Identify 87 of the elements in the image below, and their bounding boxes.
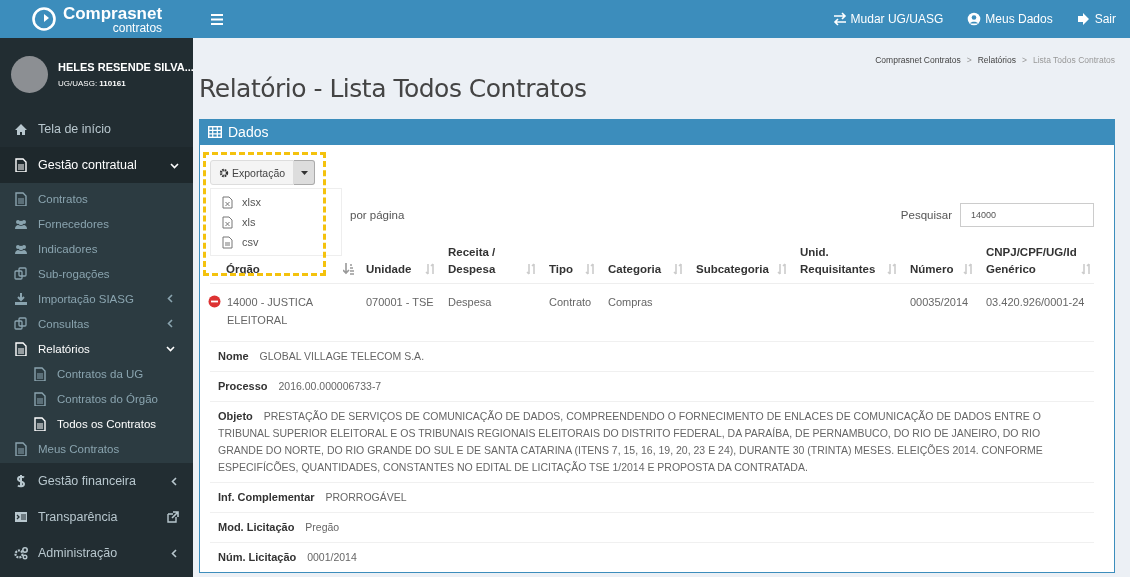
menu-item[interactable]: Fornecedores bbox=[0, 211, 193, 236]
table-cell-text: 03.420.926/0001-24 bbox=[986, 295, 1085, 311]
spreadsheet-file-icon bbox=[222, 215, 233, 229]
table-cell-text: Despesa bbox=[448, 295, 492, 311]
table-cell-text: 00035/2014 bbox=[910, 295, 969, 311]
column-header[interactable]: Unid. Requisitantes bbox=[800, 244, 883, 278]
document-icon bbox=[33, 391, 47, 406]
top-bar-link[interactable]: Mudar UG/UASG bbox=[832, 12, 944, 26]
menu-option[interactable]: csv bbox=[211, 232, 341, 252]
avatar bbox=[11, 56, 48, 93]
search-field[interactable]: 14000 bbox=[960, 203, 1094, 227]
column-header[interactable]: Receita / Despesa bbox=[448, 244, 522, 278]
breadcrumb-separator: > bbox=[966, 55, 972, 65]
dropdown-toggle-button[interactable] bbox=[294, 160, 316, 185]
download-icon bbox=[14, 291, 28, 306]
menu-item[interactable]: Meus Contratos bbox=[0, 436, 193, 461]
copy-icon bbox=[14, 316, 28, 331]
document-icon bbox=[14, 191, 28, 206]
document-icon bbox=[14, 158, 28, 172]
breadcrumb-separator: > bbox=[1021, 55, 1027, 65]
home-icon bbox=[14, 122, 28, 136]
breadcrumb-current: Lista Todos Contratos bbox=[1032, 55, 1115, 65]
detail-text: Objeto PRESTAÇÃO DE SERVIÇOS DE COMUNICAÇÃO DE DADOS, COMPREENDENDO O FORNECIMENTO DE ENLACES DE COMUNICAÇÃO DE DADOS ENTRE O TRIBUNAL SUPERIOR ELEITORAL E OS TRIBUNAIS REGIONAIS ELEITORAIS DO DISTRITO FEDERAL, DA PARAÍBA, DE PERNAMBUCO, DO RIO DE JANEIRO, DO RIO GRANDE DO NORTE, DO RIO GRANDE DO SUL E DE SANTA CATARINA (ITENS 7, 15, 16, 19, 20, 23 E 24), DURANTE 30 (TRINTA) MESES. ELEIÇÕES 2014. CONFORME ESPECIFÍCÕES, QUANTIDADES, CONSTANTES NO EDITAL DE LICITAÇÃO TSE 1/2014 E PROPOSTA DA CONTRATADA. bbox=[218, 409, 1044, 476]
menu-item[interactable]: Sub-rogações bbox=[0, 261, 193, 286]
menu-item[interactable]: Administração bbox=[0, 535, 193, 571]
menu-item[interactable]: Consultas bbox=[0, 311, 193, 336]
detail-text: Processo 2016.00.000006733-7 bbox=[218, 379, 383, 395]
breadcrumb-link[interactable]: Comprasnet Contratos bbox=[875, 55, 961, 65]
menu-item[interactable]: Contratos do Órgão bbox=[0, 386, 193, 411]
detail-text: Núm. Licitação 0001/2014 bbox=[218, 550, 358, 566]
document-icon bbox=[33, 366, 47, 381]
detail-text: Inf. Complementar PRORROGÁVEL bbox=[218, 490, 408, 506]
column-header[interactable]: Órgão bbox=[226, 260, 260, 278]
gears-icon bbox=[14, 546, 28, 560]
column-header[interactable]: Número bbox=[910, 260, 954, 278]
page-length-label: por página bbox=[350, 209, 405, 221]
sign-out-icon bbox=[1076, 12, 1091, 26]
panel-title: Dados bbox=[228, 124, 269, 140]
file-text-icon bbox=[222, 235, 233, 249]
logo-icon bbox=[30, 6, 57, 32]
board-icon bbox=[14, 510, 28, 524]
document-icon bbox=[14, 441, 28, 456]
column-header[interactable]: Tipo bbox=[549, 260, 574, 278]
menu-item[interactable]: Todos os Contratos bbox=[0, 411, 193, 436]
page-title: Relatório - Lista Todos Contratos bbox=[199, 74, 588, 103]
brand-subtitle: contratos bbox=[112, 21, 163, 34]
menu-item[interactable]: Gestão financeira bbox=[0, 463, 193, 499]
menu-item[interactable]: Transparência bbox=[0, 499, 193, 535]
copy-icon bbox=[14, 266, 28, 281]
detail-text: Mod. Licitação Pregão bbox=[218, 520, 341, 536]
table-cell-text: Contrato bbox=[549, 295, 592, 311]
menu-item[interactable]: Importação SIASG bbox=[0, 286, 193, 311]
table-cell-text: 070001 - TSE bbox=[366, 295, 434, 311]
column-header[interactable]: Categoria bbox=[608, 260, 662, 278]
menu-item[interactable]: Relatórios bbox=[0, 336, 193, 361]
breadcrumb-link[interactable]: Relatórios bbox=[977, 55, 1016, 65]
spreadsheet-file-icon bbox=[222, 195, 233, 209]
top-bar-link[interactable]: Sair bbox=[1076, 12, 1116, 26]
detail-text: Nome GLOBAL VILLAGE TELECOM S.A. bbox=[218, 349, 426, 365]
top-bar-link[interactable]: Meus Dados bbox=[967, 12, 1053, 26]
collapse-icon[interactable] bbox=[208, 295, 221, 309]
swap-icon bbox=[832, 12, 847, 26]
column-header[interactable]: Subcategoria bbox=[696, 260, 769, 278]
table-cell-text: Compras bbox=[608, 295, 653, 311]
column-header[interactable]: CNPJ/CPF/UG/Id Genérico bbox=[986, 244, 1077, 278]
column-header[interactable]: Unidade bbox=[366, 260, 412, 278]
brand-name: Comprasnet bbox=[62, 4, 163, 22]
table-icon bbox=[208, 126, 222, 138]
gear-icon bbox=[219, 167, 229, 178]
user-name: HELES RESENDE SILVA... bbox=[58, 61, 194, 73]
menu-item[interactable]: Contratos da UG bbox=[0, 361, 193, 386]
menu-item[interactable]: Gestão contratual bbox=[0, 147, 193, 183]
caret-down-icon bbox=[300, 170, 308, 175]
user-unit: UG/UASG: 110161 bbox=[58, 79, 127, 88]
document-icon bbox=[33, 416, 47, 431]
export-button[interactable]: Exportação bbox=[210, 160, 295, 185]
menu-item[interactable]: Tela de início bbox=[0, 111, 193, 147]
user-circle-icon bbox=[967, 12, 982, 26]
menu-icon bbox=[211, 13, 223, 25]
menu-item[interactable]: Contratos bbox=[0, 186, 193, 211]
table-cell-text: 14000 - JUSTICA ELEITORAL bbox=[227, 295, 314, 329]
document-icon bbox=[14, 341, 28, 356]
dollar-icon bbox=[14, 474, 28, 488]
menu-option[interactable]: xls bbox=[211, 212, 341, 232]
menu-option[interactable]: xlsx bbox=[211, 192, 341, 212]
menu-item[interactable]: Indicadores bbox=[0, 236, 193, 261]
search-label: Pesquisar bbox=[900, 209, 952, 221]
